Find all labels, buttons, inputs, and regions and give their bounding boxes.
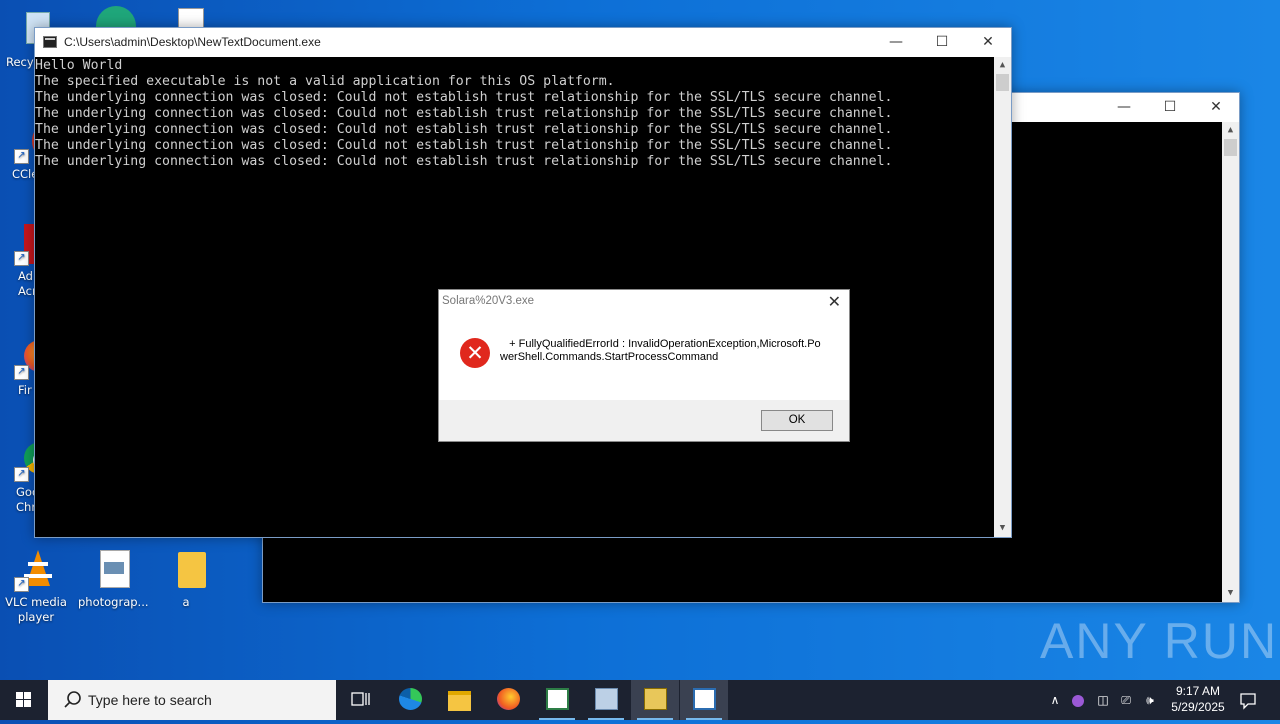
notification-icon: [1240, 692, 1256, 710]
window-app-icon: [546, 688, 569, 710]
shortcut-arrow-icon: ↗: [14, 467, 29, 482]
start-button[interactable]: [0, 680, 48, 720]
console-window[interactable]: C:\Users\admin\Desktop\NewTextDocument.e…: [34, 27, 1012, 538]
taskbar-app-window[interactable]: [533, 680, 581, 720]
anyrun-watermark: ANY RUN: [1040, 613, 1279, 669]
folder-icon: [164, 548, 208, 592]
scroll-up-icon[interactable]: ▲: [1222, 122, 1239, 139]
maximize-button[interactable]: ☐: [919, 28, 965, 57]
desktop-icon-folder-a[interactable]: a: [154, 548, 218, 610]
scroll-thumb[interactable]: [1224, 139, 1237, 156]
clock-date: 5/29/2025: [1171, 700, 1225, 714]
scroll-thumb[interactable]: [996, 74, 1009, 91]
scroll-down-icon[interactable]: ▼: [994, 520, 1011, 537]
error-icon: ✕: [460, 338, 490, 368]
windows-logo-icon: [16, 692, 31, 707]
taskbar-firefox[interactable]: [484, 680, 532, 720]
circle-icon: [1072, 694, 1084, 707]
shortcut-arrow-icon: ↗: [14, 149, 29, 164]
console-titlebar[interactable]: C:\Users\admin\Desktop\NewTextDocument.e…: [35, 28, 1011, 57]
taskbar-file-explorer[interactable]: [435, 680, 483, 720]
desktop-icon-label: VLC media player: [5, 595, 67, 624]
console-output-text: Hello World The specified executable is …: [35, 58, 893, 169]
shortcut-arrow-icon: ↗: [14, 365, 29, 380]
image-file-icon: [88, 548, 132, 592]
taskbar-edge[interactable]: [386, 680, 434, 720]
volume-icon[interactable]: 🕪: [1140, 680, 1160, 720]
minimize-button[interactable]: —: [873, 28, 919, 57]
close-button[interactable]: ✕: [1193, 93, 1239, 122]
script-icon: [644, 688, 667, 710]
scroll-down-icon[interactable]: ▼: [1222, 585, 1239, 602]
taskbar: Type here to search ∧ ◫ ⎚ 🕪 9:17 AM 5/29…: [0, 680, 1280, 720]
tray-camera-icon[interactable]: ◫: [1093, 680, 1113, 720]
dialog-footer: OK: [439, 400, 849, 441]
vertical-scrollbar[interactable]: ▲ ▼: [994, 57, 1011, 537]
maximize-button[interactable]: ☐: [1147, 93, 1193, 122]
minimize-button[interactable]: —: [1101, 93, 1147, 122]
taskbar-clock[interactable]: 9:17 AM 5/29/2025: [1162, 683, 1234, 715]
taskbar-script-app[interactable]: [631, 680, 679, 720]
task-view-icon: [351, 692, 370, 706]
close-button[interactable]: ✕: [965, 28, 1011, 57]
console-title: C:\Users\admin\Desktop\NewTextDocument.e…: [64, 35, 321, 49]
dialog-message: + FullyQualifiedErrorId : InvalidOperati…: [500, 338, 821, 364]
dialog-title: Solara%20V3.exe: [442, 295, 535, 307]
desktop-icon-vlc[interactable]: ↗ VLC media player: [4, 548, 68, 625]
vertical-scrollbar[interactable]: ▲ ▼: [1222, 122, 1239, 602]
show-hidden-icons-button[interactable]: ∧: [1046, 680, 1064, 720]
error-dialog[interactable]: Solara%20V3.exe ✕ ✕ + FullyQualifiedErro…: [438, 289, 850, 442]
ok-button[interactable]: OK: [761, 410, 833, 431]
task-view-button[interactable]: [336, 680, 384, 720]
folder-icon: [448, 691, 471, 711]
console-app-icon: [43, 36, 57, 48]
taskbar-console[interactable]: [680, 680, 728, 720]
notification-center-button[interactable]: [1236, 680, 1260, 720]
vlc-icon: ↗: [14, 548, 58, 592]
edge-icon: [399, 688, 422, 710]
desktop-icon-photograph[interactable]: photograp...: [78, 548, 149, 610]
installer-icon: [595, 688, 618, 710]
scroll-up-icon[interactable]: ▲: [994, 57, 1011, 74]
search-placeholder: Type here to search: [88, 692, 212, 708]
taskbar-search-box[interactable]: Type here to search: [48, 680, 336, 720]
desktop-icon-label: photograp...: [78, 595, 149, 609]
dialog-close-icon[interactable]: ✕: [828, 292, 841, 311]
shortcut-arrow-icon: ↗: [14, 251, 29, 266]
desktop-icon-label: a: [182, 595, 190, 609]
tray-app-icon[interactable]: [1068, 680, 1088, 720]
shortcut-arrow-icon: ↗: [14, 577, 29, 592]
network-icon[interactable]: ⎚: [1116, 680, 1136, 720]
taskbar-installer[interactable]: [582, 680, 630, 720]
firefox-icon: [497, 688, 520, 710]
clock-time: 9:17 AM: [1175, 684, 1221, 698]
console-icon: [693, 688, 716, 710]
